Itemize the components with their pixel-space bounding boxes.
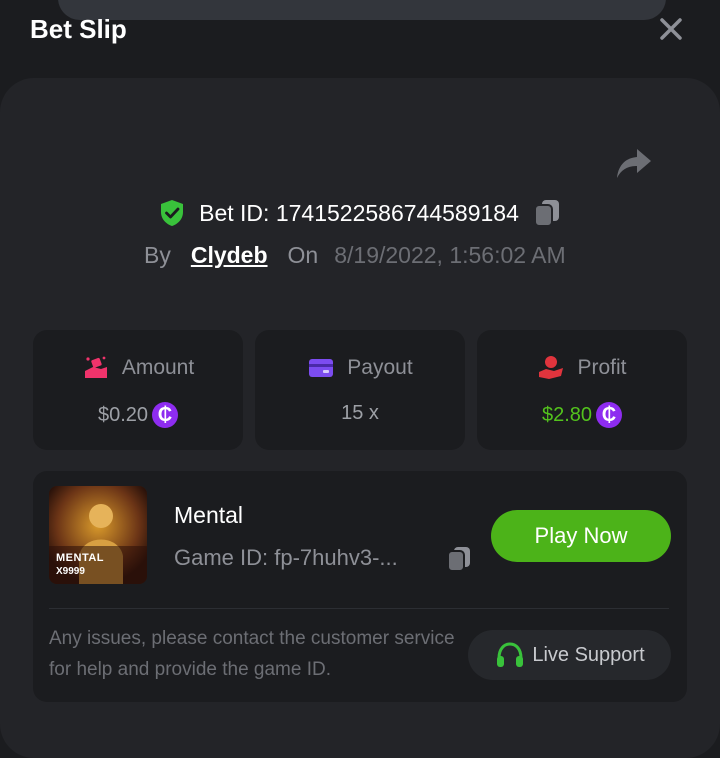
amount-stat: Amount $0.20 ₵ (33, 330, 243, 450)
coin-icon: ₵ (596, 402, 623, 428)
thumb-title: MENTAL (56, 552, 105, 564)
game-card: MENTAL X9999 Mental Game ID: fp-7huhv3-.… (33, 471, 687, 702)
hand-coin-icon (539, 356, 564, 379)
game-id: Game ID: fp-7huhv3-... (174, 545, 398, 570)
money-hand-icon (84, 356, 107, 378)
live-support-button[interactable]: Live Support (468, 630, 671, 680)
copy-icon[interactable] (533, 198, 561, 228)
page-title: Bet Slip (30, 14, 127, 44)
by-label: By (144, 241, 171, 268)
profit-value: $2.80 (541, 403, 593, 426)
game-thumbnail[interactable]: MENTAL X9999 (49, 486, 147, 584)
game-name: Mental (174, 502, 244, 528)
bet-meta-row: By Clydeb On 8/19/2022, 1:56:02 AM (144, 238, 566, 272)
on-label: On (287, 241, 319, 268)
share-icon[interactable] (615, 145, 653, 181)
bet-date: 8/19/2022, 1:56:02 AM (334, 241, 566, 268)
bet-id-row: Bet ID: 1741522586744589184 (0, 196, 720, 230)
amount-label: Amount (121, 356, 195, 379)
shield-check-icon (161, 200, 184, 226)
coin-icon: ₵ (152, 402, 179, 428)
play-now-button[interactable]: Play Now (491, 510, 671, 562)
card-icon (309, 359, 334, 377)
support-info-text: Any issues, please contact the customer … (49, 628, 455, 680)
payout-value: 15 x (341, 402, 379, 424)
amount-value: $0.20 (97, 403, 149, 426)
close-icon[interactable] (656, 14, 686, 44)
user-link[interactable]: Clydeb (191, 242, 268, 269)
payout-label: Payout (347, 356, 413, 379)
thumb-subtitle: X9999 (56, 566, 85, 577)
payout-stat: Payout 15 x (255, 330, 465, 450)
top-handle (58, 0, 666, 20)
profit-label: Profit (577, 356, 627, 379)
headset-icon (497, 642, 524, 667)
divider (49, 608, 669, 609)
live-support-label: Live Support (532, 643, 645, 666)
bet-id: Bet ID: 1741522586744589184 (199, 199, 519, 226)
profit-stat: Profit $2.80 ₵ (477, 330, 687, 450)
copy-icon[interactable] (446, 545, 472, 573)
